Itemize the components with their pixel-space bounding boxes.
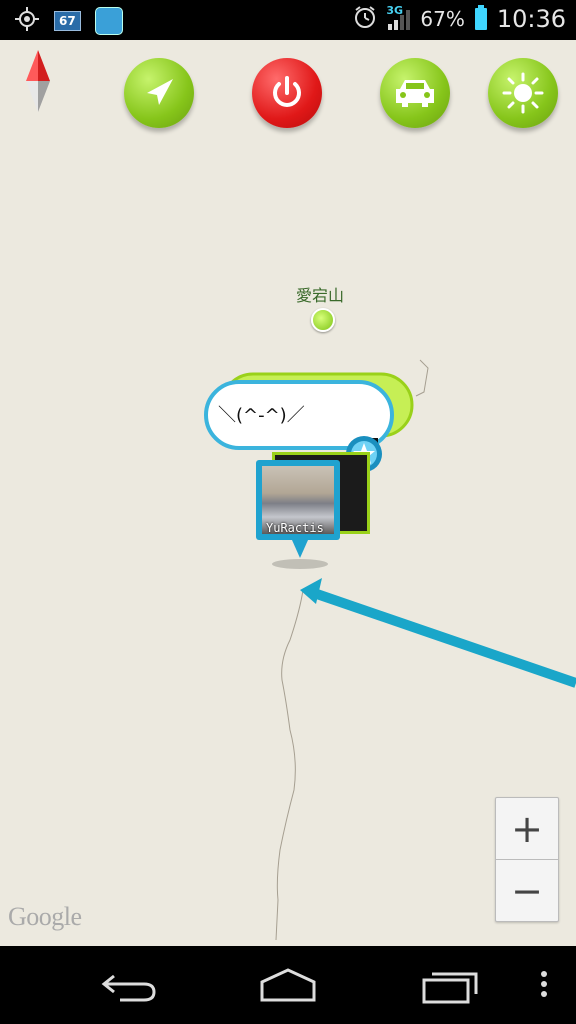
photo-caption: YuRactis	[266, 521, 324, 535]
poi-marker[interactable]	[311, 308, 335, 332]
navigation-arrow-icon	[147, 79, 173, 105]
status-bar: 67 3G 67% 10:36	[0, 0, 576, 40]
alarm-icon	[352, 4, 378, 34]
marker-pointer	[272, 540, 328, 569]
poi-label[interactable]: 愛宕山	[296, 282, 344, 306]
app-icon	[94, 7, 123, 35]
zoom-out-button[interactable]: −	[496, 860, 558, 921]
google-logo: Google	[8, 902, 82, 931]
sun-icon	[502, 72, 544, 114]
navigation-button[interactable]	[124, 58, 194, 128]
clock: 10:36	[496, 5, 566, 33]
recent-apps-icon[interactable]	[420, 966, 480, 1010]
back-icon[interactable]	[100, 966, 158, 1010]
gps-icon	[14, 6, 40, 36]
route-arrow	[300, 578, 576, 688]
menu-icon[interactable]	[538, 966, 550, 1010]
signal-icon: 3G	[386, 4, 411, 30]
car-icon	[396, 80, 434, 107]
battery-percent: 67%	[420, 7, 465, 31]
battery-icon	[474, 5, 487, 30]
map-view[interactable]: 愛宕山 ＼(^-^)／ YuRactis + − Google	[0, 40, 576, 946]
power-icon	[273, 76, 301, 107]
zoom-controls: + −	[495, 797, 559, 922]
home-icon[interactable]	[258, 966, 318, 1010]
network-type: 3G	[386, 4, 404, 17]
notification-67-icon: 67	[54, 11, 81, 31]
bubble-text: ＼(^-^)／	[218, 405, 305, 426]
brightness-button[interactable]	[488, 58, 558, 128]
power-button[interactable]	[252, 58, 322, 128]
car-button[interactable]	[380, 58, 450, 128]
zoom-in-button[interactable]: +	[496, 798, 558, 860]
compass-icon[interactable]	[26, 50, 50, 112]
system-nav-bar	[0, 946, 576, 1024]
